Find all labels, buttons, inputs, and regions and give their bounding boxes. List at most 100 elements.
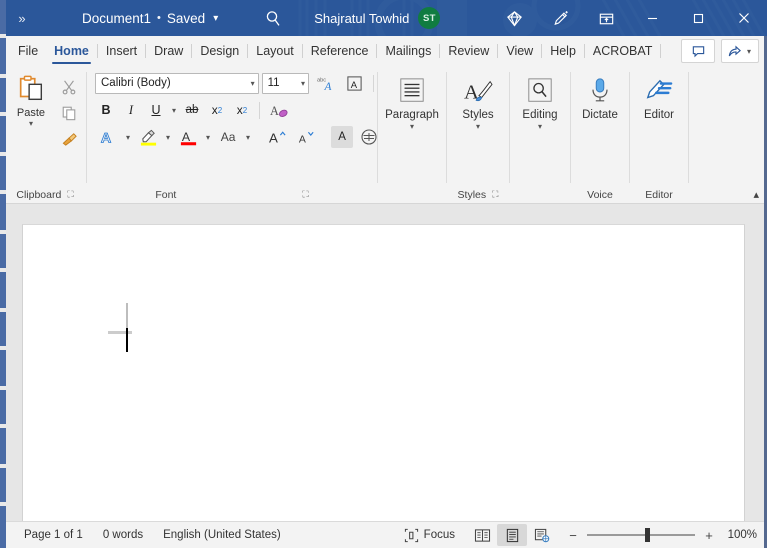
close-icon[interactable] bbox=[721, 0, 767, 36]
ribbon-display-options-icon[interactable] bbox=[583, 0, 629, 36]
voice-group-label: Voice bbox=[587, 188, 613, 201]
font-size-combobox[interactable]: 11 ▾ bbox=[261, 72, 310, 94]
voice-group-footer: Voice bbox=[571, 186, 629, 203]
clipboard-small-buttons bbox=[54, 71, 84, 151]
tab-home[interactable]: Home bbox=[46, 36, 97, 66]
focus-button[interactable]: Focus bbox=[394, 528, 467, 543]
ribbon-group-editing: Editing ▾ bbox=[510, 66, 570, 203]
share-button[interactable]: ▾ bbox=[721, 39, 759, 63]
web-layout-button[interactable] bbox=[527, 524, 557, 546]
chevron-double-right-icon[interactable]: » bbox=[0, 0, 44, 36]
font-name-combobox[interactable]: Calibri (Body) ▾ bbox=[95, 72, 259, 94]
text-highlight-toggle-button[interactable]: A bbox=[331, 126, 354, 148]
chevron-down-icon[interactable]: ▾ bbox=[410, 123, 414, 131]
tab-design[interactable]: Design bbox=[192, 36, 247, 66]
document-canvas[interactable] bbox=[0, 204, 767, 521]
text-effects-button[interactable]: A bbox=[95, 126, 121, 148]
editor-group-label: Editor bbox=[645, 188, 673, 201]
avatar[interactable]: ST bbox=[418, 7, 441, 29]
paste-label: Paste bbox=[16, 107, 46, 119]
tab-draw[interactable]: Draw bbox=[146, 36, 191, 66]
chevron-down-icon[interactable]: ▾ bbox=[170, 106, 178, 115]
subscript-button[interactable]: x2 bbox=[206, 99, 228, 121]
editor-button[interactable]: Editor bbox=[630, 71, 688, 186]
chevron-up-icon[interactable]: ▴ bbox=[753, 188, 759, 201]
pen-sparkle-icon[interactable] bbox=[537, 0, 583, 36]
font-row-1: Calibri (Body) ▾ 11 ▾ abc A A bbox=[95, 71, 377, 95]
styles-button[interactable]: A Styles ▾ bbox=[447, 71, 509, 186]
chevron-down-icon[interactable]: ▾ bbox=[745, 47, 753, 56]
strikethrough-button[interactable]: ab bbox=[181, 99, 203, 121]
cut-button[interactable] bbox=[61, 75, 77, 99]
grow-font-button[interactable]: A bbox=[264, 126, 290, 148]
change-case-button[interactable]: Aa bbox=[215, 126, 241, 148]
account-info[interactable]: Shajratul Towhid ST bbox=[314, 7, 441, 29]
document-page[interactable] bbox=[22, 224, 745, 521]
zoom-slider[interactable] bbox=[587, 528, 695, 542]
zoom-slider-thumb[interactable] bbox=[645, 528, 650, 542]
language-indicator[interactable]: English (United States) bbox=[153, 524, 291, 546]
word-count[interactable]: 0 words bbox=[93, 524, 153, 546]
chevron-down-icon[interactable]: ▾ bbox=[538, 123, 542, 131]
tab-acrobat[interactable]: ACROBAT bbox=[585, 36, 661, 66]
chevron-down-icon[interactable]: ▾ bbox=[301, 79, 305, 88]
chevron-down-icon[interactable]: ▾ bbox=[244, 133, 252, 142]
dialog-launcher-icon[interactable]: ⛶ bbox=[492, 189, 498, 200]
format-painter-button[interactable] bbox=[61, 127, 78, 151]
clear-formatting-button[interactable]: A bbox=[266, 99, 292, 121]
chevron-down-icon[interactable]: ▾ bbox=[251, 79, 255, 88]
text-highlight-color-button[interactable] bbox=[135, 126, 161, 148]
font-color-button[interactable]: A bbox=[175, 126, 201, 148]
minimize-icon[interactable] bbox=[629, 0, 675, 36]
tab-layout[interactable]: Layout bbox=[248, 36, 302, 66]
chevron-down-icon[interactable]: ▾ bbox=[476, 123, 480, 131]
tab-reference[interactable]: Reference bbox=[303, 36, 377, 66]
tab-review[interactable]: Review bbox=[440, 36, 497, 66]
ribbon-group-clipboard: Paste ▾ Clipboard ⛶ bbox=[4, 66, 86, 203]
chevron-down-icon[interactable]: ▾ bbox=[124, 133, 132, 142]
phonetic-guide-button[interactable]: abc A bbox=[312, 72, 338, 94]
copy-button[interactable] bbox=[61, 101, 77, 125]
read-mode-button[interactable] bbox=[467, 524, 497, 546]
dialog-launcher-icon[interactable]: ⛶ bbox=[67, 189, 73, 200]
underline-button[interactable]: U bbox=[145, 99, 167, 121]
zoom-out-button[interactable]: − bbox=[567, 528, 579, 543]
title-separator: • bbox=[157, 12, 161, 24]
chevron-down-icon[interactable]: ▾ bbox=[204, 133, 212, 142]
zoom-level[interactable]: 100% bbox=[723, 529, 757, 541]
maximize-icon[interactable] bbox=[675, 0, 721, 36]
character-border-button[interactable]: A bbox=[341, 72, 367, 94]
tab-help[interactable]: Help bbox=[542, 36, 584, 66]
document-title[interactable]: Document1 • Saved ▾ bbox=[82, 11, 218, 26]
editing-button[interactable]: Editing ▾ bbox=[510, 71, 570, 186]
italic-button[interactable]: I bbox=[120, 99, 142, 121]
dictate-button[interactable]: Dictate bbox=[571, 71, 629, 186]
zoom-in-button[interactable]: + bbox=[703, 528, 715, 543]
print-layout-button[interactable] bbox=[497, 524, 527, 546]
tab-view[interactable]: View bbox=[498, 36, 541, 66]
comment-icon[interactable] bbox=[681, 39, 715, 63]
tab-insert[interactable]: Insert bbox=[98, 36, 145, 66]
grow-font-icon: A bbox=[269, 131, 286, 146]
paste-button[interactable]: Paste ▾ bbox=[8, 71, 54, 151]
chevron-down-icon[interactable]: ▾ bbox=[164, 133, 172, 142]
focus-label: Focus bbox=[423, 529, 455, 541]
editor-pen-icon bbox=[646, 79, 673, 99]
svg-text:A: A bbox=[298, 135, 305, 146]
dialog-launcher-icon[interactable]: ⛶ bbox=[302, 189, 308, 200]
search-icon[interactable] bbox=[260, 0, 286, 36]
tab-mailings[interactable]: Mailings bbox=[377, 36, 439, 66]
tab-file[interactable]: File bbox=[10, 36, 46, 66]
bold-button[interactable]: B bbox=[95, 99, 117, 121]
diamond-icon[interactable] bbox=[491, 0, 537, 36]
ribbon-group-font: Calibri (Body) ▾ 11 ▾ abc A A B I U ▾ ab… bbox=[87, 66, 377, 203]
chevron-down-icon[interactable]: ▾ bbox=[213, 13, 218, 24]
shrink-font-icon: A bbox=[298, 131, 314, 146]
paragraph-button[interactable]: Paragraph ▾ bbox=[378, 71, 446, 186]
superscript-button[interactable]: x2 bbox=[231, 99, 253, 121]
character-shading-icon bbox=[361, 129, 377, 145]
status-bar-right: Focus − + 100% bbox=[394, 524, 767, 546]
page-info[interactable]: Page 1 of 1 bbox=[14, 524, 93, 546]
shrink-font-button[interactable]: A bbox=[293, 126, 319, 148]
chevron-down-icon[interactable]: ▾ bbox=[29, 120, 33, 128]
